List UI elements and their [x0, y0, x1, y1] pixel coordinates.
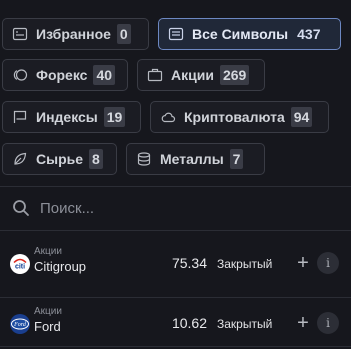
filter-indices[interactable]: Индексы 19	[2, 101, 141, 133]
filter-indices-count: 19	[103, 107, 126, 127]
add-to-favorites-button[interactable]: +	[294, 251, 312, 275]
divider-bottom	[0, 346, 351, 347]
divider-search	[0, 230, 351, 231]
indices-flag-icon	[12, 109, 28, 125]
search-icon	[13, 200, 29, 216]
filter-commodities[interactable]: Сырье 8	[2, 143, 117, 175]
filter-forex[interactable]: Форекс 40	[2, 59, 128, 91]
filter-commodities-count: 8	[89, 149, 103, 169]
favorites-list-icon	[12, 26, 28, 42]
add-to-favorites-button[interactable]: +	[294, 311, 312, 335]
instrument-name: Citigroup	[34, 259, 87, 274]
market-status: Закрытый	[217, 257, 273, 271]
svg-text:Ford: Ford	[13, 322, 27, 328]
instrument-category: Акции	[34, 306, 62, 317]
filter-stocks-count: 269	[219, 65, 250, 85]
market-status: Закрытый	[217, 317, 273, 331]
instrument-row-ford[interactable]: Ford Акции Ford 10.62 Закрытый + i	[0, 302, 351, 346]
filter-stocks-label: Акции	[171, 67, 214, 83]
instrument-row-citigroup[interactable]: citi Акции Citigroup 75.34 Закрытый + i	[0, 242, 351, 286]
citi-logo: citi	[10, 254, 30, 274]
filter-forex-label: Форекс	[36, 67, 88, 83]
stocks-briefcase-icon	[147, 67, 163, 83]
instrument-category: Акции	[34, 246, 62, 257]
filter-all-symbols-count: 437	[297, 26, 321, 42]
search-bar	[0, 186, 351, 230]
commodities-leaf-icon	[12, 151, 28, 167]
filter-metals-label: Металлы	[160, 151, 224, 167]
filter-crypto-label: Криптовалюта	[184, 109, 285, 125]
instrument-name: Ford	[34, 319, 61, 334]
forex-coins-icon	[12, 67, 28, 83]
filter-commodities-label: Сырье	[36, 151, 84, 167]
search-input[interactable]	[40, 199, 300, 217]
instrument-price: 75.34	[171, 255, 207, 271]
filter-favorites-label: Избранное	[36, 26, 111, 42]
filter-metals-count: 7	[229, 149, 244, 169]
all-symbols-list-icon	[168, 26, 184, 42]
symbol-browser: Избранное 0 Все Символы 437 Форекс 40 Ак…	[0, 0, 351, 349]
filter-favorites-count: 0	[116, 24, 131, 44]
instrument-price: 10.62	[171, 315, 207, 331]
info-button[interactable]: i	[317, 312, 339, 334]
filter-all-symbols-label: Все Символы	[192, 26, 289, 42]
filter-indices-label: Индексы	[36, 109, 98, 125]
filter-stocks[interactable]: Акции 269	[137, 59, 265, 91]
filter-forex-count: 40	[93, 65, 116, 85]
crypto-cloud-icon	[160, 109, 176, 125]
divider-row	[0, 297, 351, 298]
svg-text:citi: citi	[15, 264, 25, 271]
filter-crypto[interactable]: Криптовалюта 94	[150, 101, 329, 133]
metals-stack-icon	[136, 151, 152, 167]
info-button[interactable]: i	[317, 252, 339, 274]
filter-crypto-count: 94	[290, 107, 313, 127]
filter-all-symbols[interactable]: Все Символы 437	[158, 18, 341, 50]
filter-favorites[interactable]: Избранное 0	[2, 18, 149, 50]
filter-metals[interactable]: Металлы 7	[126, 143, 265, 175]
ford-logo: Ford	[10, 314, 30, 334]
